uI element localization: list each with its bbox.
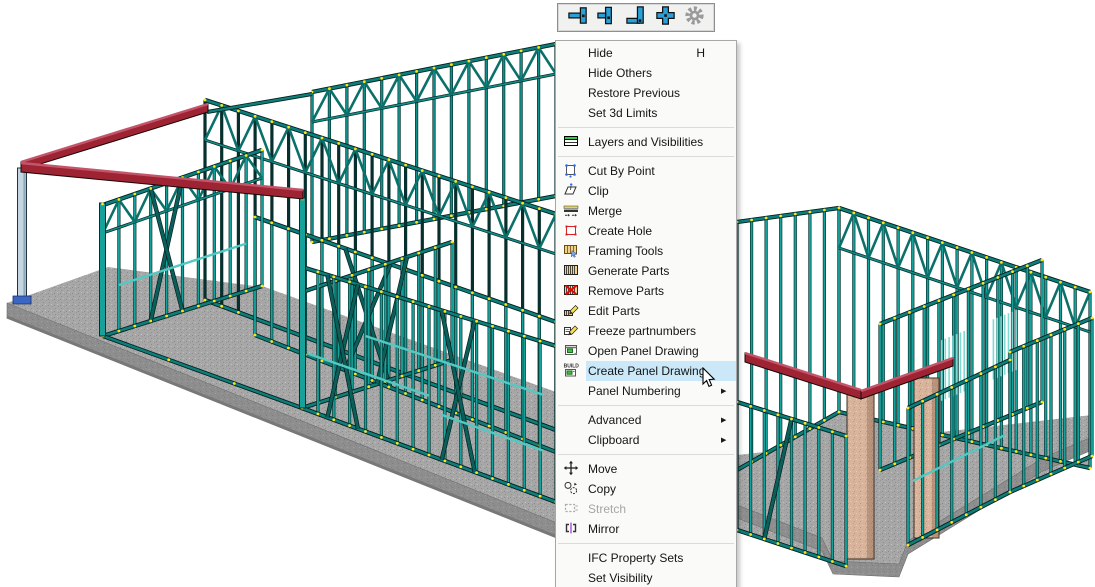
menu-item-label: Set Visibility: [586, 571, 721, 585]
create-hole-icon: [563, 222, 579, 241]
joint-corner-icon: [625, 4, 648, 32]
menu-item-label: Freeze partnumbers: [586, 324, 721, 338]
menu-item-label: Mirror: [586, 522, 721, 536]
mirror-icon: [563, 520, 579, 539]
joint-end-icon: [567, 4, 590, 32]
menu-item-label: Merge: [586, 204, 721, 218]
settings-tool-button[interactable]: [682, 6, 706, 30]
menu-item-label: Restore Previous: [586, 86, 721, 100]
copy-icon: [563, 480, 579, 499]
menu-item-label: Copy: [586, 482, 721, 496]
application-window: HideH Hide Others Restore Previous Set 3d L…: [0, 0, 1095, 587]
menu-item-label: Advanced: [586, 413, 721, 427]
svg-text:BUILD: BUILD: [564, 363, 579, 369]
submenu-arrow-icon: ▶: [721, 416, 736, 424]
menu-item-layers-and-visibilities[interactable]: Layers and Visibilities: [556, 132, 736, 152]
menu-item-label: Stretch: [586, 502, 721, 516]
menu-item-generate-parts[interactable]: Generate Parts: [556, 261, 736, 281]
menu-item-edit-parts[interactable]: Edit Parts: [556, 301, 736, 321]
menu-item-label: Create Panel Drawing: [586, 364, 721, 378]
menu-item-label: Panel Numbering: [586, 384, 721, 398]
snap-toolbar: [557, 3, 715, 32]
menu-item-advanced[interactable]: Advanced▶: [556, 410, 736, 430]
joint-cross-icon: [654, 4, 677, 32]
gear-icon: [683, 4, 706, 32]
menu-item-clip[interactable]: Clip: [556, 181, 736, 201]
merge-icon: [563, 202, 579, 221]
viewport-3d[interactable]: [0, 0, 1095, 587]
menu-item-freeze-partnumbers[interactable]: Freeze partnumbers: [556, 321, 736, 341]
menu-item-label: Hide: [586, 46, 696, 60]
menu-separator: [558, 405, 734, 406]
menu-item-copy[interactable]: Copy: [556, 479, 736, 499]
corner-joint-tool-button[interactable]: [624, 6, 648, 30]
menu-item-merge[interactable]: Merge: [556, 201, 736, 221]
stretch-icon: [563, 500, 579, 519]
menu-item-open-panel-drawing[interactable]: Open Panel Drawing: [556, 341, 736, 361]
menu-item-clipboard[interactable]: Clipboard▶: [556, 430, 736, 450]
layers-icon: [563, 133, 579, 152]
menu-item-set-3d-limits[interactable]: Set 3d Limits: [556, 103, 736, 123]
menu-separator: [558, 543, 734, 544]
remove-parts-icon: [563, 282, 579, 301]
submenu-arrow-icon: ▶: [721, 387, 736, 395]
menu-item-label: Clipboard: [586, 433, 721, 447]
menu-item-label: Set 3d Limits: [586, 106, 721, 120]
menu-separator: [558, 454, 734, 455]
menu-item-create-hole[interactable]: Create Hole: [556, 221, 736, 241]
menu-item-remove-parts[interactable]: Remove Parts: [556, 281, 736, 301]
context-menu: HideH Hide Others Restore Previous Set 3d L…: [555, 40, 737, 587]
menu-item-label: Cut By Point: [586, 164, 721, 178]
freeze-partnumbers-icon: [563, 322, 579, 341]
move-icon: [563, 460, 579, 479]
edit-parts-icon: [563, 302, 579, 321]
menu-item-label: Edit Parts: [586, 304, 721, 318]
mouse-cursor: [702, 367, 717, 388]
create-panel-drawing-icon: BUILD: [563, 362, 579, 381]
cross-joint-tool-button[interactable]: [653, 6, 677, 30]
menu-item-label: Move: [586, 462, 721, 476]
menu-item-set-visibility[interactable]: Set Visibility: [556, 568, 736, 587]
joint-tee-icon: [596, 4, 619, 32]
menu-item-label: Clip: [586, 184, 721, 198]
menu-item-label: Generate Parts: [586, 264, 721, 278]
menu-item-label: Create Hole: [586, 224, 721, 238]
menu-item-label: Remove Parts: [586, 284, 721, 298]
menu-separator: [558, 156, 734, 157]
framing-tools-icon: [563, 242, 579, 261]
menu-item-hide-others[interactable]: Hide Others: [556, 63, 736, 83]
menu-item-hide[interactable]: HideH: [556, 43, 736, 63]
menu-item-label: IFC Property Sets: [586, 551, 721, 565]
tee-joint-tool-button[interactable]: [595, 6, 619, 30]
submenu-arrow-icon: ▶: [721, 436, 736, 444]
menu-item-framing-tools[interactable]: Framing Tools: [556, 241, 736, 261]
menu-item-label: Open Panel Drawing: [586, 344, 721, 358]
menu-item-stretch: Stretch: [556, 499, 736, 519]
menu-item-label: Layers and Visibilities: [586, 135, 721, 149]
menu-item-move[interactable]: Move: [556, 459, 736, 479]
menu-item-ifc-property-sets[interactable]: IFC Property Sets: [556, 548, 736, 568]
clip-icon: [563, 182, 579, 201]
end-joint-tool-button[interactable]: [566, 6, 590, 30]
menu-item-restore-previous[interactable]: Restore Previous: [556, 83, 736, 103]
menu-item-label: Hide Others: [586, 66, 721, 80]
generate-parts-icon: [563, 262, 579, 281]
cut-by-point-icon: [563, 162, 579, 181]
open-panel-drawing-icon: [563, 342, 579, 361]
menu-item-mirror[interactable]: Mirror: [556, 519, 736, 539]
menu-separator: [558, 127, 734, 128]
menu-item-shortcut: H: [696, 46, 721, 60]
menu-item-cut-by-point[interactable]: Cut By Point: [556, 161, 736, 181]
menu-item-label: Framing Tools: [586, 244, 721, 258]
